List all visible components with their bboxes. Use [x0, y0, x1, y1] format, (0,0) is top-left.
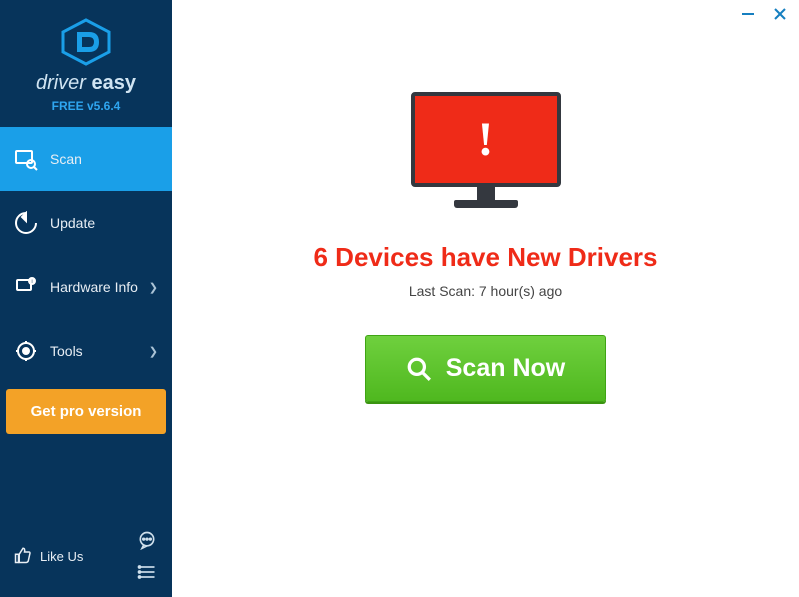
last-scan-label: Last Scan: 7 hour(s) ago: [409, 283, 562, 299]
sidebar-item-tools[interactable]: Tools ❯: [0, 319, 172, 383]
alert-monitor-graphic: !: [411, 92, 561, 220]
sidebar-bottom: Like Us: [0, 519, 172, 597]
scan-icon: [14, 147, 38, 171]
brand-part1: driver: [36, 72, 86, 94]
scan-button-label: Scan Now: [446, 354, 565, 383]
main-panel: ! 6 Devices have New Drivers Last Scan: …: [172, 0, 799, 597]
tools-icon: [14, 339, 38, 363]
thumbs-up-icon: [14, 546, 32, 567]
sidebar-item-label: Hardware Info: [50, 279, 138, 295]
brand-part2: easy: [92, 72, 137, 94]
svg-text:i: i: [31, 279, 32, 285]
search-icon: [406, 356, 432, 382]
exclamation-icon: !: [478, 112, 494, 167]
monitor-base: [454, 200, 518, 208]
sidebar-item-hardware[interactable]: i Hardware Info ❯: [0, 255, 172, 319]
logo-area: driver easy FREE v5.6.4: [0, 0, 172, 127]
nav: Scan Update i Hardware Info ❯: [0, 127, 172, 383]
titlebar: [172, 0, 799, 28]
minimize-button[interactable]: [739, 5, 757, 23]
feedback-icon[interactable]: [136, 529, 158, 551]
sidebar: driver easy FREE v5.6.4 Scan Update: [0, 0, 172, 597]
sidebar-item-label: Scan: [50, 151, 82, 167]
sidebar-utility-icons: [136, 529, 158, 583]
like-us-button[interactable]: Like Us: [14, 546, 83, 567]
like-us-label: Like Us: [40, 549, 83, 564]
close-button[interactable]: [771, 5, 789, 23]
chevron-right-icon: ❯: [149, 281, 158, 294]
sidebar-item-scan[interactable]: Scan: [0, 127, 172, 191]
monitor-screen: !: [411, 92, 561, 187]
update-icon: [14, 211, 38, 235]
brand-name: driver easy: [0, 72, 172, 95]
sidebar-item-update[interactable]: Update: [0, 191, 172, 255]
headline: 6 Devices have New Drivers: [314, 242, 658, 273]
hardware-icon: i: [14, 275, 38, 299]
menu-icon[interactable]: [136, 561, 158, 583]
logo-icon: [59, 18, 113, 66]
sidebar-item-label: Tools: [50, 343, 83, 359]
version-label: FREE v5.6.4: [0, 99, 172, 113]
chevron-right-icon: ❯: [149, 345, 158, 358]
get-pro-button[interactable]: Get pro version: [6, 389, 166, 434]
scan-now-button[interactable]: Scan Now: [365, 335, 606, 402]
content: ! 6 Devices have New Drivers Last Scan: …: [172, 28, 799, 597]
monitor-neck: [477, 187, 495, 201]
sidebar-item-label: Update: [50, 215, 95, 231]
